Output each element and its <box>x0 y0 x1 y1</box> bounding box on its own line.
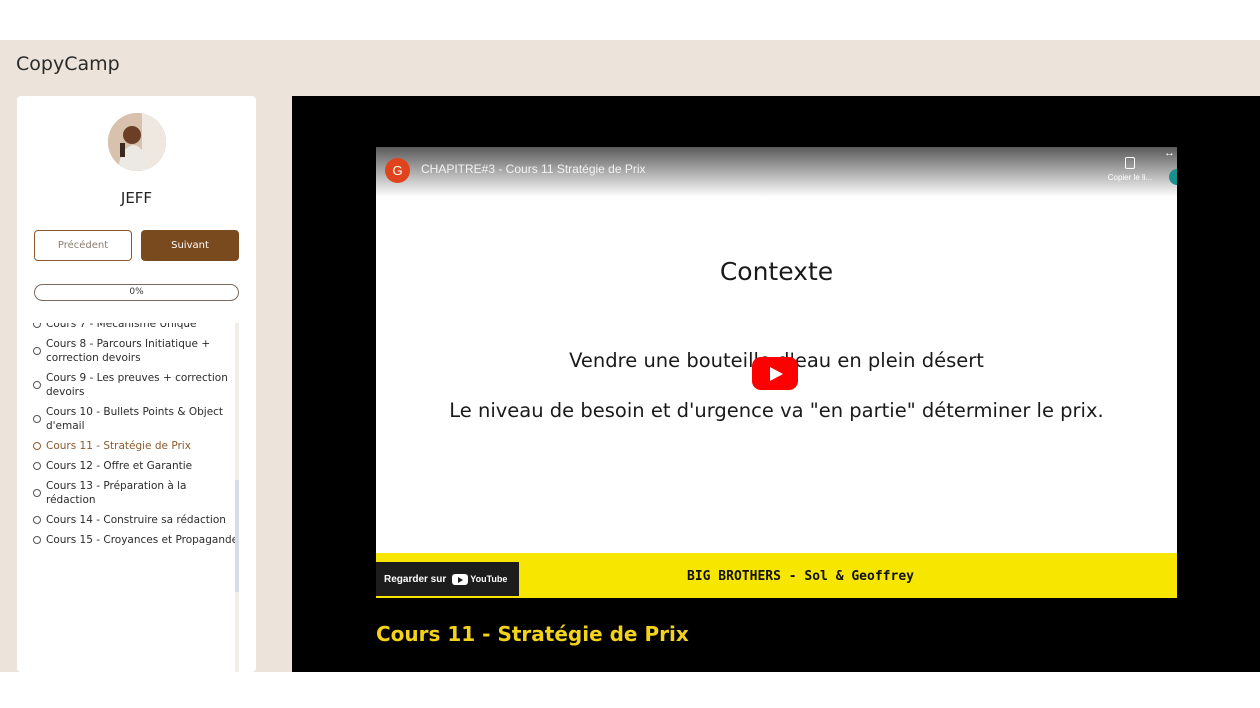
course-item-label: Cours 12 - Offre et Garantie <box>46 460 193 472</box>
radio-circle-icon <box>33 415 41 423</box>
user-name: JEFF <box>120 189 153 207</box>
sidebar: JEFF Précédent Suivant 0% Cours 7 - Méca… <box>17 96 256 672</box>
expand-icon[interactable]: ↔ <box>1164 147 1175 159</box>
app-shell: CopyCamp JEFF Précédent Suivant 0% Cours… <box>0 40 1260 672</box>
progress-bar: 0% <box>34 284 239 301</box>
course-item[interactable]: Cours 10 - Bullets Points & Object d'ema… <box>31 402 239 436</box>
course-item-label: Cours 15 - Croyances et Propagande <box>46 534 239 546</box>
radio-circle-icon <box>33 536 41 544</box>
slide-heading: Contexte <box>719 257 834 286</box>
avatar <box>108 113 166 171</box>
brand-title[interactable]: CopyCamp <box>16 53 120 75</box>
radio-circle-icon <box>33 381 41 389</box>
course-list-items: Cours 7 - Mécanisme Unique Cours 8 - Parc… <box>31 323 239 550</box>
course-title: Cours 11 - Stratégie de Prix <box>376 622 689 646</box>
youtube-label: YouTube <box>470 574 508 584</box>
main-content: G CHAPITRE#3 - Cours 11 Stratégie de Pri… <box>292 96 1260 672</box>
course-item[interactable]: Cours 12 - Offre et Garantie <box>31 456 239 476</box>
course-item[interactable]: Cours 14 - Construire sa rédaction <box>31 510 239 530</box>
radio-circle-icon <box>33 323 41 328</box>
course-item-label: Cours 13 - Préparation à la rédaction <box>46 480 187 506</box>
radio-circle-icon <box>33 347 41 355</box>
course-item-label: Cours 11 - Stratégie de Prix <box>46 440 191 452</box>
progress-label: 0% <box>129 287 144 297</box>
course-item-label: Cours 8 - Parcours Initiatique + correct… <box>46 338 211 364</box>
course-item[interactable]: Cours 15 - Croyances et Propagande <box>31 530 239 550</box>
copy-link-label: Copier le li... <box>1107 173 1153 182</box>
play-icon[interactable] <box>752 357 798 390</box>
watch-label: Regarder sur <box>384 573 447 585</box>
course-list[interactable]: Cours 7 - Mécanisme Unique Cours 8 - Parc… <box>31 323 239 672</box>
copy-icon <box>1125 157 1135 169</box>
course-item-label: Cours 9 - Les preuves + correction devoi… <box>46 372 228 398</box>
course-item[interactable]: Cours 7 - Mécanisme Unique <box>31 323 239 334</box>
scrollbar-thumb[interactable] <box>235 480 239 592</box>
previous-button[interactable]: Précédent <box>34 230 132 261</box>
slide-line-2: Le niveau de besoin et d'urgence va "en … <box>449 399 1104 422</box>
radio-circle-icon <box>33 462 41 470</box>
video-banner: Regarder sur YouTube BIG BROTHERS - Sol … <box>376 553 1177 598</box>
course-item[interactable]: Cours 8 - Parcours Initiatique + correct… <box>31 334 239 368</box>
course-item-label: Cours 7 - Mécanisme Unique <box>46 323 197 330</box>
course-item[interactable]: Cours 13 - Préparation à la rédaction <box>31 476 239 510</box>
banner-title: BIG BROTHERS - Sol & Geoffrey <box>687 569 914 584</box>
youtube-icon <box>452 573 469 585</box>
channel-avatar[interactable]: G <box>385 158 410 183</box>
watch-on-youtube-button[interactable]: Regarder sur YouTube <box>376 562 519 596</box>
radio-circle-icon <box>33 442 41 450</box>
video-player[interactable]: G CHAPITRE#3 - Cours 11 Stratégie de Pri… <box>376 147 1177 598</box>
course-item[interactable]: Cours 9 - Les preuves + correction devoi… <box>31 368 239 402</box>
course-item-label: Cours 10 - Bullets Points & Object d'ema… <box>46 406 224 432</box>
video-title[interactable]: CHAPITRE#3 - Cours 11 Stratégie de Prix <box>421 162 646 176</box>
course-item[interactable]: Cours 11 - Stratégie de Prix <box>31 436 239 456</box>
radio-circle-icon <box>33 516 41 524</box>
course-item-label: Cours 14 - Construire sa rédaction <box>46 514 226 526</box>
copy-link-button[interactable]: Copier le li... <box>1100 157 1160 182</box>
next-button[interactable]: Suivant <box>141 230 239 261</box>
radio-circle-icon <box>33 489 41 497</box>
